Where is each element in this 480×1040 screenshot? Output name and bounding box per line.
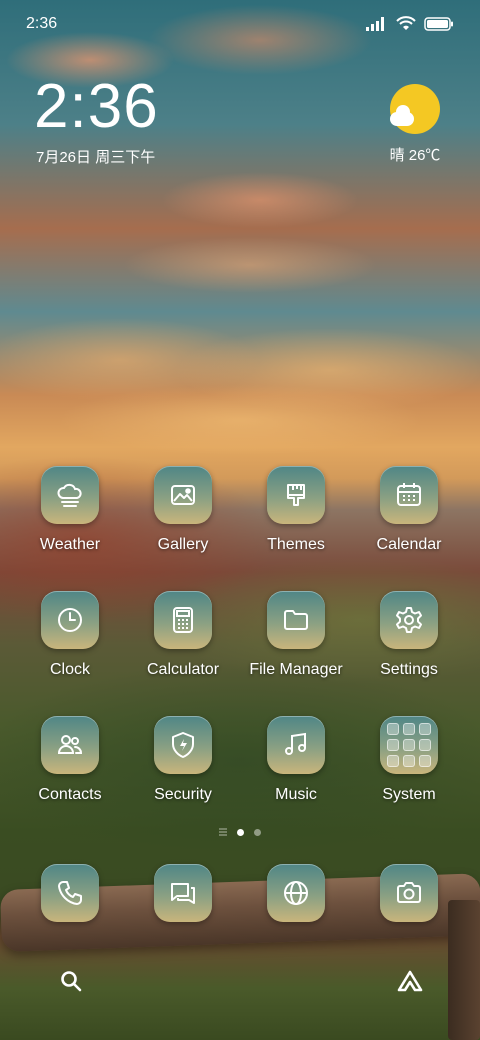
app-label: Calendar — [376, 536, 442, 553]
shield-icon — [154, 716, 212, 774]
page-list-icon — [219, 828, 227, 836]
app-calendar[interactable]: Calendar — [354, 466, 464, 554]
app-security[interactable]: Security — [128, 716, 238, 804]
messages-icon — [154, 864, 212, 922]
music-note-icon — [267, 716, 325, 774]
folder-icon — [267, 591, 325, 649]
dock-messages[interactable] — [128, 864, 238, 922]
app-contacts[interactable]: Contacts — [15, 716, 125, 804]
app-clock[interactable]: Clock — [15, 591, 125, 679]
app-label: File Manager — [249, 661, 343, 678]
status-bar: 2:36 — [0, 0, 480, 50]
weather-text: 晴 26℃ — [389, 147, 441, 164]
battery-icon — [424, 16, 454, 36]
app-calculator[interactable]: Calculator — [128, 591, 238, 679]
dock-phone[interactable] — [15, 864, 125, 922]
app-label: Gallery — [157, 536, 209, 553]
weather-icon — [41, 466, 99, 524]
calculator-icon — [154, 591, 212, 649]
app-file-manager[interactable]: File Manager — [241, 591, 351, 679]
camera-icon — [380, 864, 438, 922]
app-themes[interactable]: Themes — [241, 466, 351, 554]
app-label: Security — [154, 786, 212, 803]
app-label: Clock — [49, 661, 90, 678]
app-label: Themes — [267, 536, 325, 553]
gear-icon — [380, 591, 438, 649]
app-gallery[interactable]: Gallery — [128, 466, 238, 554]
dock-camera[interactable] — [354, 864, 464, 922]
contacts-icon — [41, 716, 99, 774]
app-label: Music — [275, 786, 317, 803]
app-label: System — [382, 786, 436, 803]
status-icons — [366, 16, 454, 36]
phone-icon — [41, 864, 99, 922]
page-dot — [254, 828, 261, 836]
folder-grid-icon — [380, 716, 438, 774]
status-time: 2:36 — [26, 15, 58, 32]
app-settings[interactable]: Settings — [354, 591, 464, 679]
page-dot-active — [237, 828, 244, 836]
page-indicator[interactable] — [0, 828, 480, 836]
app-label: Settings — [380, 661, 438, 678]
signal-icon — [366, 16, 388, 36]
clock-widget-date: 7月26日 周三下午 — [36, 149, 156, 166]
app-label: Weather — [39, 536, 101, 553]
clock-widget-time[interactable]: 2:36 — [34, 76, 159, 138]
app-music[interactable]: Music — [241, 716, 351, 804]
dock-browser[interactable] — [241, 864, 351, 922]
partly-sunny-icon — [390, 84, 440, 134]
calendar-icon — [380, 466, 438, 524]
search-button[interactable] — [56, 966, 86, 996]
search-icon — [61, 971, 82, 992]
app-label: Contacts — [38, 786, 102, 803]
launcher-button[interactable] — [395, 966, 425, 996]
app-folder-system[interactable]: System — [354, 716, 464, 804]
launcher-triangle-icon — [397, 970, 423, 992]
browser-globe-icon — [267, 864, 325, 922]
app-label: Calculator — [146, 661, 220, 678]
clock-icon — [41, 591, 99, 649]
brush-icon — [267, 466, 325, 524]
weather-widget[interactable]: 晴 26℃ — [380, 84, 450, 165]
wifi-icon — [396, 16, 416, 36]
app-weather[interactable]: Weather — [15, 466, 125, 554]
gallery-icon — [154, 466, 212, 524]
